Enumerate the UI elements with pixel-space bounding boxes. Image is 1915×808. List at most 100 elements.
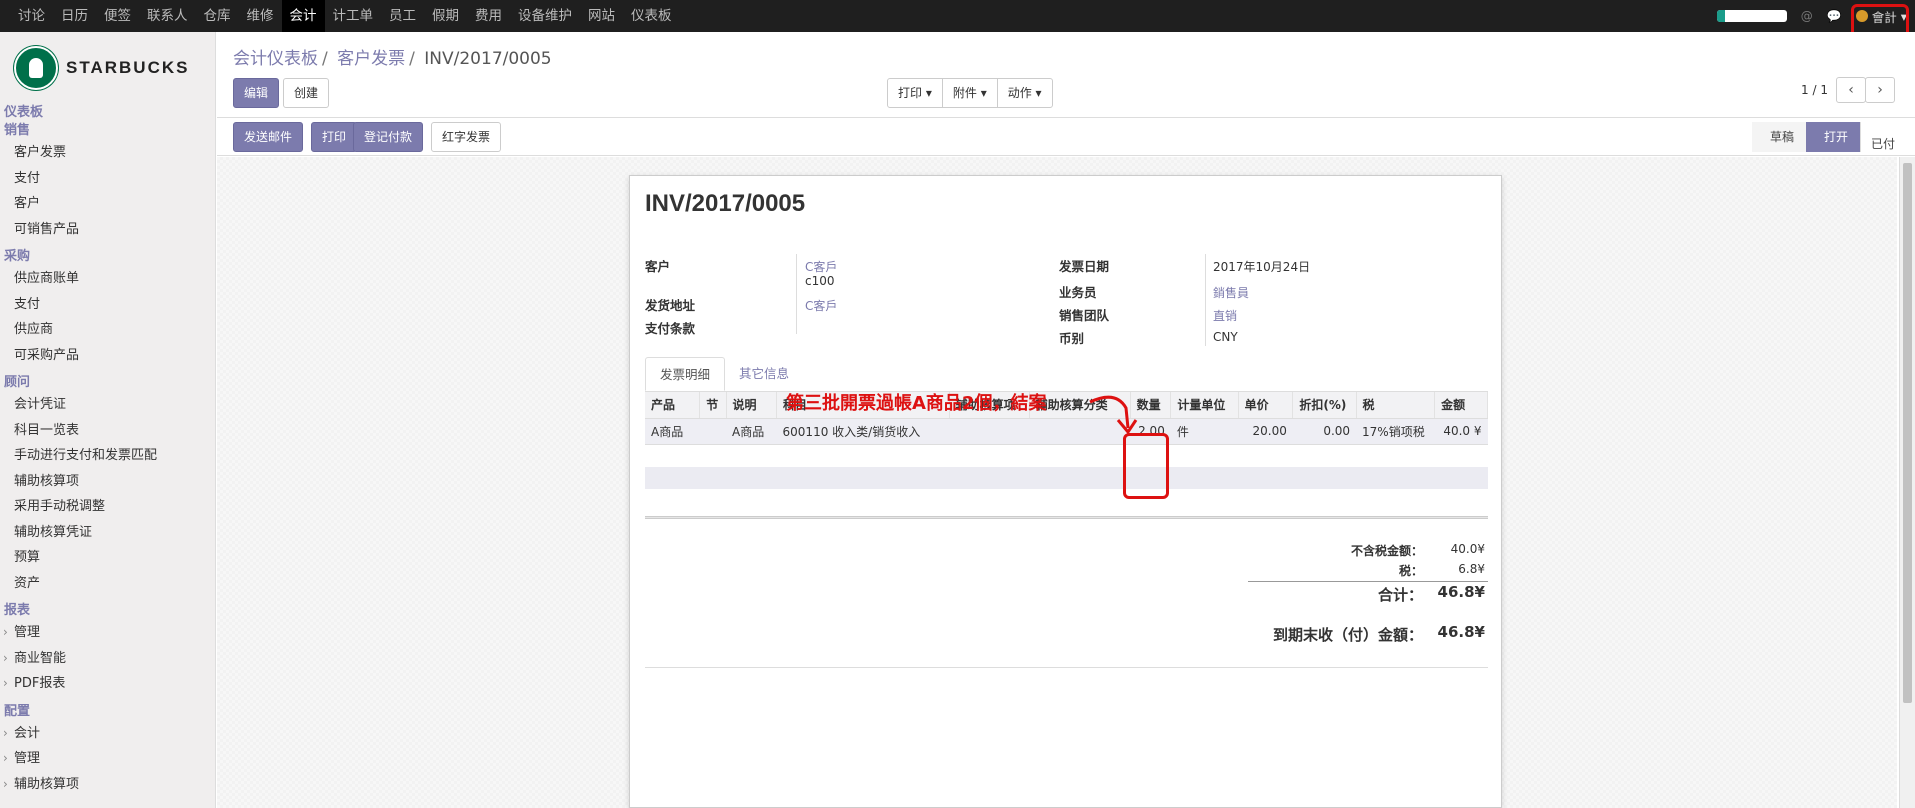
top-menu-item[interactable]: 费用 [467, 0, 510, 32]
credit-note-button[interactable]: 红字发票 [431, 122, 502, 152]
send-email-button[interactable]: 发送邮件 [233, 122, 304, 152]
sidebar-item[interactable]: 管理 [0, 620, 215, 646]
sidebar-item[interactable]: 客户发票 [0, 140, 215, 166]
chat-icon[interactable]: 💬 [1827, 9, 1842, 23]
sidebar-item[interactable]: 手动进行支付和发票匹配 [0, 443, 215, 469]
sidebar-item[interactable]: 辅助核算项 [0, 772, 215, 798]
attachment-dropdown[interactable]: 附件 ▾ [941, 78, 998, 108]
top-menu-item[interactable]: 设备维护 [510, 0, 580, 32]
sidebar-item[interactable]: 供应商账单 [0, 266, 215, 292]
sidebar-item[interactable]: 支付 [0, 292, 215, 318]
column-header[interactable]: 折扣(%) [1292, 392, 1357, 419]
cell-unit-price: 20.00 [1238, 418, 1293, 445]
top-navbar: 讨论 日历 便签 联系人 仓库 维修 会计 计工单 员工 假期 费用 设备维护 网站 仪表板 @ 💬 會計… [0, 0, 1915, 32]
customer-label: 客户 [645, 259, 671, 274]
top-menu-item[interactable]: 假期 [424, 0, 467, 32]
top-menu-item[interactable]: 仓库 [196, 0, 239, 32]
top-menu-item[interactable]: 日历 [53, 0, 96, 32]
sidebar-section-title: 配置 [4, 703, 31, 719]
cell-account: 600110 收入类/销货收入 [776, 418, 950, 445]
invoice-date-value: 2017年10月24日 [1213, 260, 1311, 274]
company-logo[interactable]: STARBUCKS [14, 46, 189, 90]
sidebar-item[interactable]: PDF报表 [0, 671, 215, 697]
register-payment-button[interactable]: 登记付款 [353, 122, 424, 152]
chevron-right-icon: › [1877, 82, 1883, 98]
customer-value[interactable]: C客戶 [805, 258, 837, 275]
untaxed-value: 40.0¥ [1450, 542, 1485, 556]
sales-team-label: 销售团队 [1059, 308, 1110, 323]
sidebar-item[interactable]: 会计凭证 [0, 392, 215, 418]
sidebar-item[interactable]: 管理 [0, 746, 215, 772]
annotation-quantity-highlight [1123, 433, 1169, 499]
logo-text: STARBUCKS [66, 58, 190, 77]
sidebar-item[interactable]: 预算 [0, 545, 215, 571]
sidebar-item[interactable]: 支付 [0, 166, 215, 192]
top-menu-item[interactable]: 讨论 [10, 0, 53, 32]
sidebar-item[interactable]: 科目一览表 [0, 418, 215, 444]
cell-amount: 40.0 ¥ [1434, 418, 1488, 445]
table-row[interactable]: A商品 A商品 600110 收入类/销货收入 2.00 件 20.00 0.0… [645, 418, 1488, 445]
top-menu-item[interactable]: 维修 [239, 0, 282, 32]
print-button[interactable]: 打印 [311, 122, 358, 152]
cell-discount: 0.00 [1292, 418, 1357, 445]
sidebar-item[interactable]: 供应商 [0, 317, 215, 343]
sidebar-item[interactable]: 会计 [0, 721, 215, 747]
stage-paid: 已付 [1859, 122, 1905, 152]
tab-other-info[interactable]: 其它信息 [725, 357, 803, 391]
salesperson-value[interactable]: 銷售員 [1213, 284, 1249, 301]
invoice-tabs: 发票明细 其它信息 [645, 357, 803, 391]
top-menu-item[interactable]: 联系人 [139, 0, 196, 32]
cell-uom: 件 [1170, 418, 1239, 445]
total-value: 46.8¥ [1437, 583, 1485, 601]
column-header[interactable]: 单价 [1238, 392, 1294, 419]
sidebar-item[interactable]: 商业智能 [0, 646, 215, 672]
column-header[interactable]: 计量单位 [1170, 392, 1239, 419]
sidebar-item[interactable]: 客户 [0, 191, 215, 217]
sidebar-item[interactable]: 资产 [0, 571, 215, 597]
delivery-address-value[interactable]: C客戶 [805, 297, 837, 314]
control-panel: 会计仪表板 / 客户发票 / INV/2017/0005 编辑 创建 打印 ▾ 附件… [217, 32, 1915, 118]
sidebar-menu: 仪表板 销售 客户发票 支付 客户 可销售产品 采购 供应商账单 支付 供应商 可采购产品 顾问 会计凭… [0, 104, 215, 798]
pager-next-button[interactable]: › [1865, 77, 1895, 103]
annotation-text: 第三批開票過帳A商品2個，結案 [786, 393, 1047, 414]
tab-invoice-lines[interactable]: 发票明细 [645, 357, 726, 391]
column-header[interactable]: 金额 [1434, 392, 1488, 419]
top-menu-item[interactable]: 计工单 [325, 0, 382, 32]
sidebar-item[interactable]: 可采购产品 [0, 343, 215, 369]
sidebar-item[interactable]: 辅助核算项 [0, 469, 215, 495]
total-label: 合计： [1377, 586, 1423, 604]
sidebar-section-title[interactable]: 仪表板 [0, 104, 215, 122]
breadcrumb-invoices[interactable]: 客户发票 [337, 49, 405, 69]
pager-previous-button[interactable]: ‹ [1836, 77, 1866, 103]
invoice-number: INV/2017/0005 [645, 190, 806, 217]
column-header[interactable]: 税 [1356, 392, 1436, 419]
at-icon[interactable]: @ [1801, 9, 1813, 23]
sales-team-value[interactable]: 直销 [1213, 307, 1237, 324]
action-button-group: 打印 ▾ 附件 ▾ 动作 ▾ [887, 78, 1053, 108]
top-menu-item[interactable]: 仪表板 [623, 0, 680, 32]
top-menu-item[interactable]: 便签 [96, 0, 139, 32]
column-header[interactable]: 节 [699, 392, 727, 419]
breadcrumb: 会计仪表板 / 客户发票 / INV/2017/0005 [233, 44, 552, 69]
pager-value[interactable]: 1 / 1 [1801, 83, 1828, 97]
invoice-date-label: 发票日期 [1059, 259, 1110, 274]
vertical-scrollbar[interactable] [1899, 157, 1915, 808]
create-button[interactable]: 创建 [283, 78, 330, 108]
edit-button[interactable]: 编辑 [233, 78, 280, 108]
sidebar-item[interactable]: 采用手动税调整 [0, 494, 215, 520]
top-menu-item[interactable]: 员工 [381, 0, 424, 32]
print-dropdown[interactable]: 打印 ▾ [887, 78, 943, 108]
sidebar-item[interactable]: 可销售产品 [0, 217, 215, 243]
action-dropdown[interactable]: 动作 ▾ [996, 78, 1053, 108]
scrollbar-thumb[interactable] [1903, 163, 1912, 703]
sidebar-item[interactable]: 辅助核算凭证 [0, 520, 215, 546]
column-header[interactable]: 产品 [645, 392, 701, 419]
table-header-row: 产品 节 说明 科目 辅助核算项 辅助核算分类 数量 计量单位 单价 折扣(%)… [645, 392, 1488, 419]
breadcrumb-dashboard[interactable]: 会计仪表板 [233, 49, 318, 69]
currency-label: 币别 [1059, 331, 1085, 346]
column-header[interactable]: 说明 [726, 392, 778, 419]
top-menu-item[interactable]: 会计 [281, 0, 325, 32]
top-menu-item[interactable]: 网站 [580, 0, 623, 32]
customer-ref: c100 [805, 274, 835, 288]
breadcrumb-current: INV/2017/0005 [424, 49, 552, 69]
